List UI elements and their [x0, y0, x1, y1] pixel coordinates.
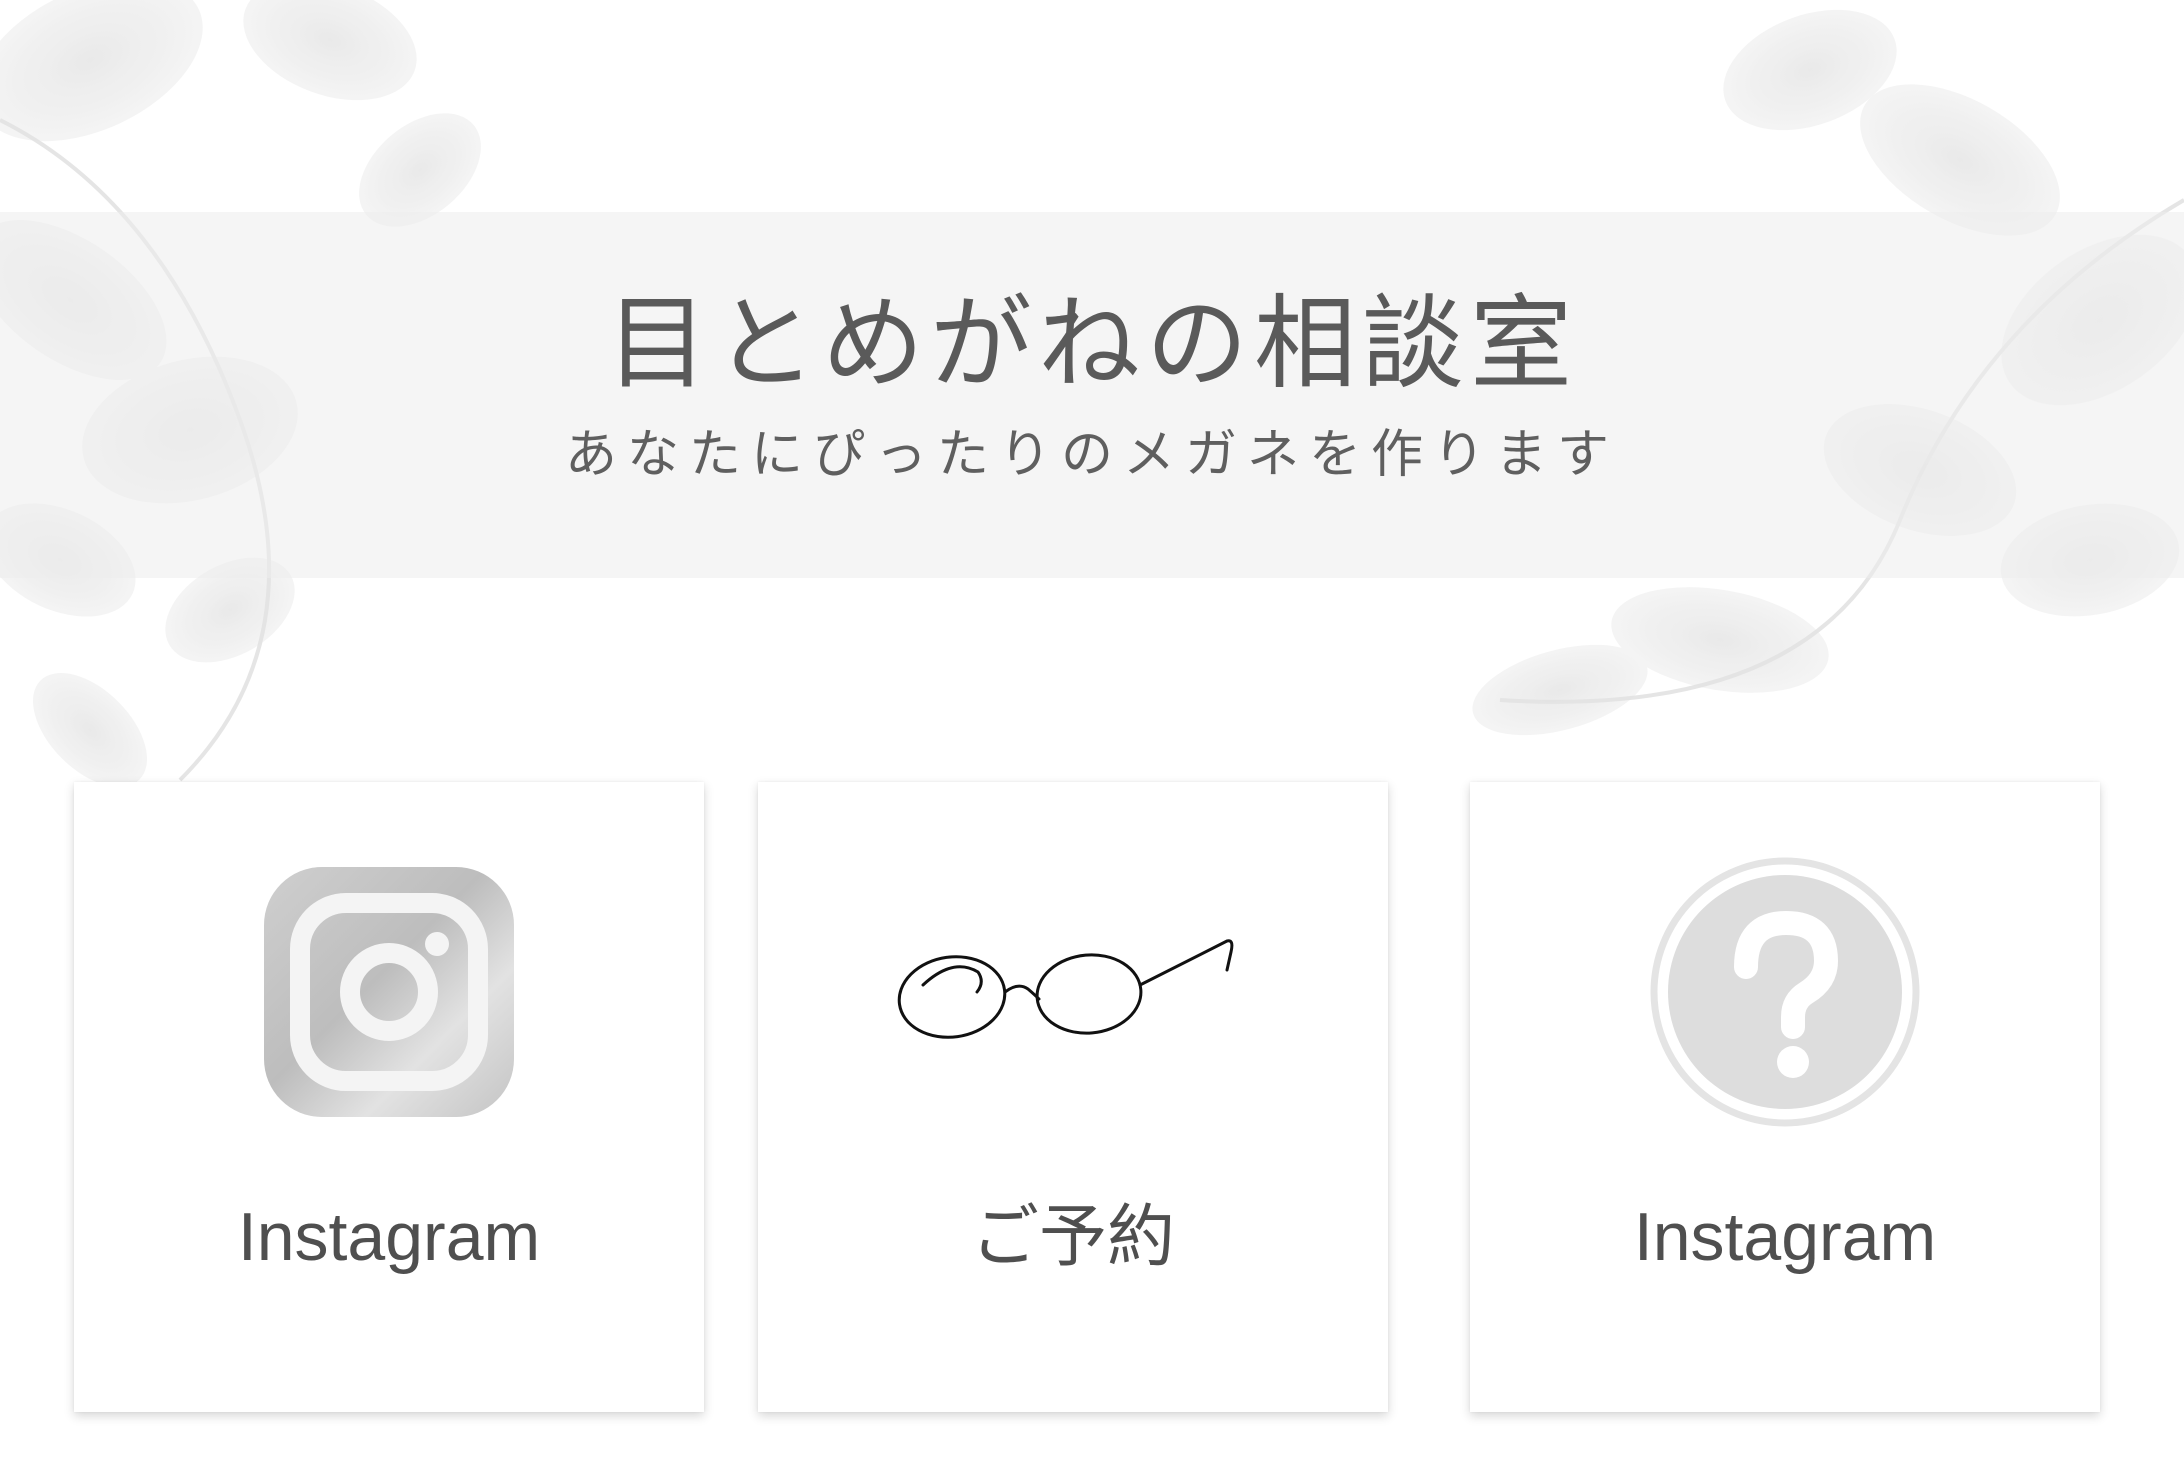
glasses-icon	[758, 862, 1388, 1122]
instagram-card[interactable]: Instagram	[74, 782, 704, 1412]
instagram-card-2[interactable]: Instagram	[1470, 782, 2100, 1412]
question-mark-icon	[1470, 857, 2100, 1127]
instagram-icon	[74, 862, 704, 1122]
reservation-card-label: ご予約	[970, 1199, 1175, 1275]
instagram-card-2-label: Instagram	[1633, 1199, 1937, 1275]
page-title: 目とめがねの相談室	[606, 285, 1578, 404]
page-subtitle: あなたにぴったりのメガネを作ります	[564, 425, 1619, 485]
instagram-card-label: Instagram	[237, 1199, 541, 1275]
reservation-card[interactable]: ご予約	[758, 782, 1388, 1412]
